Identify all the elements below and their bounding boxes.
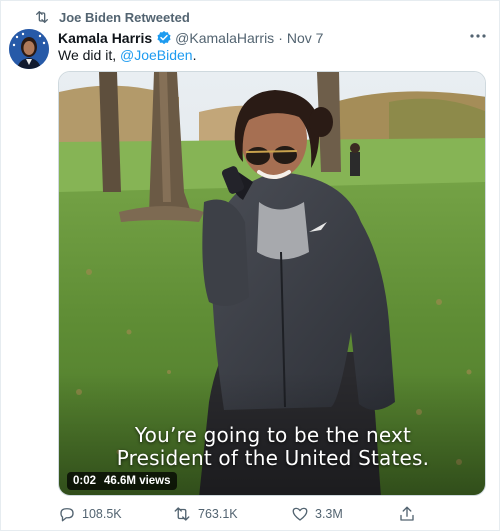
avatar[interactable] bbox=[9, 29, 49, 69]
retweeted-by-label: Joe Biden Retweeted bbox=[59, 9, 190, 25]
retweet-icon bbox=[174, 507, 190, 521]
reply-button[interactable]: 108.5K bbox=[58, 504, 122, 524]
tweet-text: We did it, @JoeBiden. bbox=[58, 46, 196, 64]
share-button[interactable] bbox=[398, 504, 416, 524]
tweet-header: Kamala Harris @KamalaHarris · Nov 7 bbox=[58, 28, 323, 47]
video-view-count: 46.6M views bbox=[104, 475, 171, 487]
heart-icon bbox=[292, 507, 308, 521]
reply-count: 108.5K bbox=[82, 507, 122, 521]
more-horizontal-icon[interactable] bbox=[469, 31, 487, 41]
author-display-name[interactable]: Kamala Harris bbox=[58, 30, 152, 46]
tweet-text-suffix: . bbox=[192, 47, 197, 63]
like-button[interactable]: 3.3M bbox=[291, 504, 343, 524]
retweet-button[interactable]: 763.1K bbox=[172, 504, 238, 524]
tweet-date[interactable]: Nov 7 bbox=[287, 30, 324, 46]
retweet-icon bbox=[36, 11, 48, 23]
video-player[interactable]: You’re going to be the next President of… bbox=[58, 71, 486, 496]
tweet-card[interactable]: Joe Biden Retweeted Kamala Harris @Kamal… bbox=[0, 0, 500, 531]
retweet-context[interactable]: Joe Biden Retweeted bbox=[33, 8, 190, 26]
video-caption-line-2: President of the United States. bbox=[116, 446, 430, 470]
tweet-text-prefix: We did it, bbox=[58, 47, 120, 63]
video-meta-overlay: 0:02 46.6M views bbox=[67, 472, 177, 490]
reply-icon bbox=[60, 508, 74, 522]
share-icon bbox=[400, 506, 414, 521]
video-caption-line-1: You’re going to be the next bbox=[134, 423, 412, 447]
like-count: 3.3M bbox=[315, 507, 343, 521]
author-handle[interactable]: @KamalaHarris bbox=[175, 30, 274, 46]
video-timestamp: 0:02 bbox=[73, 475, 97, 487]
verified-badge-icon bbox=[157, 30, 171, 44]
mention-link[interactable]: @JoeBiden bbox=[120, 47, 193, 63]
retweet-count: 763.1K bbox=[198, 507, 238, 521]
tweet-action-bar: 108.5K 763.1K 3.3M bbox=[58, 504, 418, 524]
separator-dot: · bbox=[278, 29, 283, 46]
